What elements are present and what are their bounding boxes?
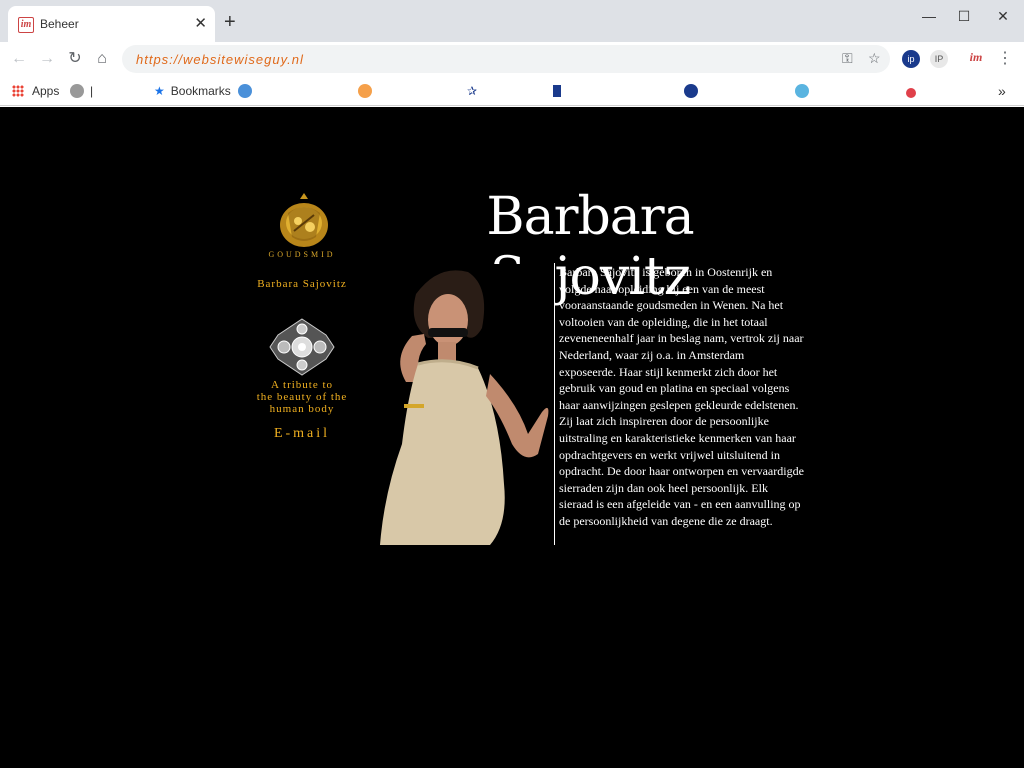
star-icon[interactable]: ☆ <box>868 50 881 67</box>
new-tab-button[interactable]: + <box>224 12 236 32</box>
bookmark-blue-star[interactable]: ✰ <box>467 82 477 100</box>
jewel-brooch-image <box>269 318 335 376</box>
bookmarks-bar: Apps | ★ Bookmarks ✰ » <box>0 76 1024 106</box>
tribute-text: A tribute to the beauty of the human bod… <box>256 379 348 415</box>
browser-chrome: im Beheer ✕ + — ☐ ✕ ← → ↻ ⌂ ⚿ ☆ ip IP im… <box>0 0 1024 107</box>
close-icon[interactable]: ✕ <box>194 15 207 33</box>
bookmark-globe[interactable] <box>238 82 258 100</box>
maximize-button[interactable]: ☐ <box>949 6 979 26</box>
bookmark-folder[interactable]: ★ Bookmarks <box>154 82 231 100</box>
im-favicon-icon: im <box>18 17 34 33</box>
page-content: GOUDSMID Barbara Sajovitz A tribute to t… <box>0 107 1024 768</box>
globe-icon <box>238 84 252 98</box>
tab-strip: im Beheer ✕ + — ☐ ✕ <box>0 0 1024 42</box>
tab-beheer[interactable]: im Beheer ✕ <box>8 6 215 42</box>
more-bookmarks-button[interactable]: » <box>998 82 1006 100</box>
bookmark-e[interactable] <box>684 82 704 100</box>
orange-favicon-icon <box>358 84 372 98</box>
vertical-divider <box>554 263 555 545</box>
bookmark-site[interactable]: | <box>70 82 93 100</box>
biography-text: Barbara Sajovitz is geboren in Oostenrij… <box>559 265 804 528</box>
site-favicon-icon <box>70 84 84 98</box>
ip-checker-extension-icon[interactable]: IP <box>930 50 948 68</box>
bookmark-orange[interactable] <box>358 82 378 100</box>
bookmark-phone[interactable] <box>553 82 561 100</box>
im-extension-icon[interactable]: im <box>967 50 985 68</box>
tab-title: Beheer <box>40 17 79 31</box>
e-favicon-icon <box>684 84 698 98</box>
gem-favicon-icon <box>795 84 809 98</box>
brand-name: Barbara Sajovitz <box>257 278 347 290</box>
portrait-photo <box>378 264 554 545</box>
logo-caption: GOUDSMID <box>268 250 336 259</box>
back-button[interactable]: ← <box>8 48 30 70</box>
apps-grid-icon <box>12 85 24 97</box>
goudsmid-crest-logo <box>280 193 328 247</box>
ip-extension-icon[interactable]: ip <box>902 50 920 68</box>
email-link[interactable]: E-mail <box>250 426 354 442</box>
bookmark-gem[interactable] <box>795 82 815 100</box>
menu-icon[interactable]: ⋮ <box>994 48 1016 70</box>
forward-button[interactable]: → <box>36 48 58 70</box>
home-button[interactable]: ⌂ <box>91 48 113 70</box>
url-input[interactable] <box>136 50 816 68</box>
key-icon[interactable]: ⚿ <box>842 50 853 67</box>
phone-icon <box>553 85 561 97</box>
minimize-button[interactable]: — <box>914 6 944 26</box>
star-icon: ★ <box>154 84 165 98</box>
bookmark-red[interactable] <box>906 82 922 100</box>
reload-button[interactable]: ↻ <box>64 48 86 70</box>
red-favicon-icon <box>906 88 916 98</box>
window-close-button[interactable]: ✕ <box>988 6 1018 26</box>
bookmark-apps[interactable]: Apps <box>12 82 59 100</box>
blue-star-icon: ✰ <box>467 84 478 98</box>
address-bar[interactable]: ⚿ ☆ <box>122 45 890 73</box>
toolbar: ← → ↻ ⌂ ⚿ ☆ ip IP im ⋮ <box>0 42 1024 76</box>
